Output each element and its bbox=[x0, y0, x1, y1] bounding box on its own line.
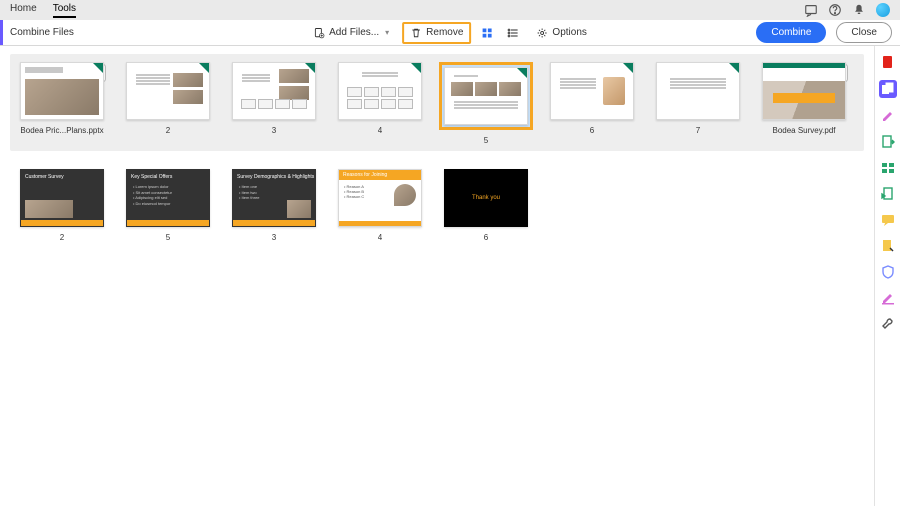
tab-home[interactable]: Home bbox=[10, 3, 37, 18]
list-icon bbox=[507, 27, 519, 39]
protect-icon[interactable] bbox=[880, 264, 896, 280]
file-group-1: Bodea Pric...Plans.pptx 2 3 bbox=[10, 54, 864, 151]
send-comments-icon[interactable] bbox=[880, 186, 896, 202]
slide-title: Customer Survey bbox=[25, 174, 64, 180]
bell-icon[interactable] bbox=[852, 3, 866, 17]
thumb-r2-4[interactable]: Reasons for Joining • Reason A• Reason B… bbox=[334, 169, 426, 242]
remove-button[interactable]: Remove bbox=[402, 22, 471, 44]
create-pdf-icon[interactable] bbox=[880, 54, 896, 70]
thumb-page-6[interactable]: 6 bbox=[546, 62, 638, 145]
thumb-caption: 3 bbox=[272, 126, 276, 135]
gear-icon bbox=[536, 27, 548, 39]
thumb-caption: 5 bbox=[166, 233, 170, 242]
messages-icon[interactable] bbox=[804, 3, 818, 17]
thumb-file1[interactable]: Bodea Pric...Plans.pptx bbox=[16, 62, 108, 145]
slide-title: Reasons for Joining bbox=[343, 172, 401, 179]
thumb-r2-2[interactable]: Key Special Offers • Lorem ipsum dolor• … bbox=[122, 169, 214, 242]
thumb-caption: 2 bbox=[60, 233, 64, 242]
thumb-page-3[interactable]: 3 bbox=[228, 62, 320, 145]
grid-icon bbox=[481, 27, 493, 39]
slide-title: Key Special Offers bbox=[131, 174, 172, 180]
thumb-page-2[interactable]: 2 bbox=[122, 62, 214, 145]
fill-sign-icon[interactable] bbox=[880, 238, 896, 254]
comment-icon[interactable] bbox=[880, 212, 896, 228]
add-files-icon bbox=[313, 27, 325, 39]
thumb-caption: 5 bbox=[484, 136, 488, 145]
thumb-caption: 3 bbox=[272, 233, 276, 242]
chevron-down-icon: ▾ bbox=[385, 28, 389, 37]
side-panel bbox=[874, 46, 900, 506]
redact-icon[interactable] bbox=[880, 290, 896, 306]
slide-title: Survey Demographics & Highlights bbox=[237, 174, 314, 180]
file-group-2: Customer Survey 2 Key Special Offers • L… bbox=[10, 169, 864, 242]
add-files-button[interactable]: Add Files... ▾ bbox=[306, 23, 396, 43]
combine-button[interactable]: Combine bbox=[756, 22, 826, 43]
organize-icon[interactable] bbox=[880, 160, 896, 176]
thumb-caption: Bodea Pric...Plans.pptx bbox=[20, 126, 103, 135]
list-view-button[interactable] bbox=[503, 23, 523, 43]
export-pdf-icon[interactable] bbox=[880, 134, 896, 150]
options-button[interactable]: Options bbox=[529, 23, 593, 43]
thumb-caption: 2 bbox=[166, 126, 170, 135]
combine-icon[interactable] bbox=[879, 80, 897, 98]
options-label: Options bbox=[552, 27, 586, 38]
thumb-caption: Bodea Survey.pdf bbox=[772, 126, 835, 135]
thumb-r2-5[interactable]: Thank you 6 bbox=[440, 169, 532, 242]
thumb-page-5-selected[interactable]: 5 bbox=[440, 62, 532, 145]
thumb-caption: 4 bbox=[378, 126, 382, 135]
thumb-caption: 6 bbox=[590, 126, 594, 135]
thumbnail-area: Bodea Pric...Plans.pptx 2 3 bbox=[0, 46, 874, 506]
thumb-page-7[interactable]: 7 bbox=[652, 62, 744, 145]
add-files-label: Add Files... bbox=[329, 27, 379, 38]
menu-bar: Home Tools bbox=[0, 0, 900, 20]
thumb-r2-1[interactable]: Customer Survey 2 bbox=[16, 169, 108, 242]
trash-icon bbox=[410, 27, 422, 39]
grid-view-button[interactable] bbox=[477, 23, 497, 43]
more-tools-icon[interactable] bbox=[880, 316, 896, 332]
close-button[interactable]: Close bbox=[836, 22, 892, 43]
thumb-caption: 4 bbox=[378, 233, 382, 242]
remove-label: Remove bbox=[426, 27, 463, 38]
slide-title: Thank you bbox=[472, 195, 500, 201]
user-avatar[interactable] bbox=[876, 3, 890, 17]
help-icon[interactable] bbox=[828, 3, 842, 17]
edit-pdf-icon[interactable] bbox=[880, 108, 896, 124]
thumb-r2-3[interactable]: Survey Demographics & Highlights • Item … bbox=[228, 169, 320, 242]
tool-indicator bbox=[0, 20, 3, 45]
tab-tools[interactable]: Tools bbox=[53, 3, 76, 18]
thumb-caption: 6 bbox=[484, 233, 488, 242]
thumb-caption: 7 bbox=[696, 126, 700, 135]
toolbar: Combine Files Add Files... ▾ Remove Opti… bbox=[0, 20, 900, 46]
thumb-file2[interactable]: Bodea Survey.pdf bbox=[758, 62, 850, 145]
tool-title: Combine Files bbox=[10, 27, 74, 38]
thumb-page-4[interactable]: 4 bbox=[334, 62, 426, 145]
